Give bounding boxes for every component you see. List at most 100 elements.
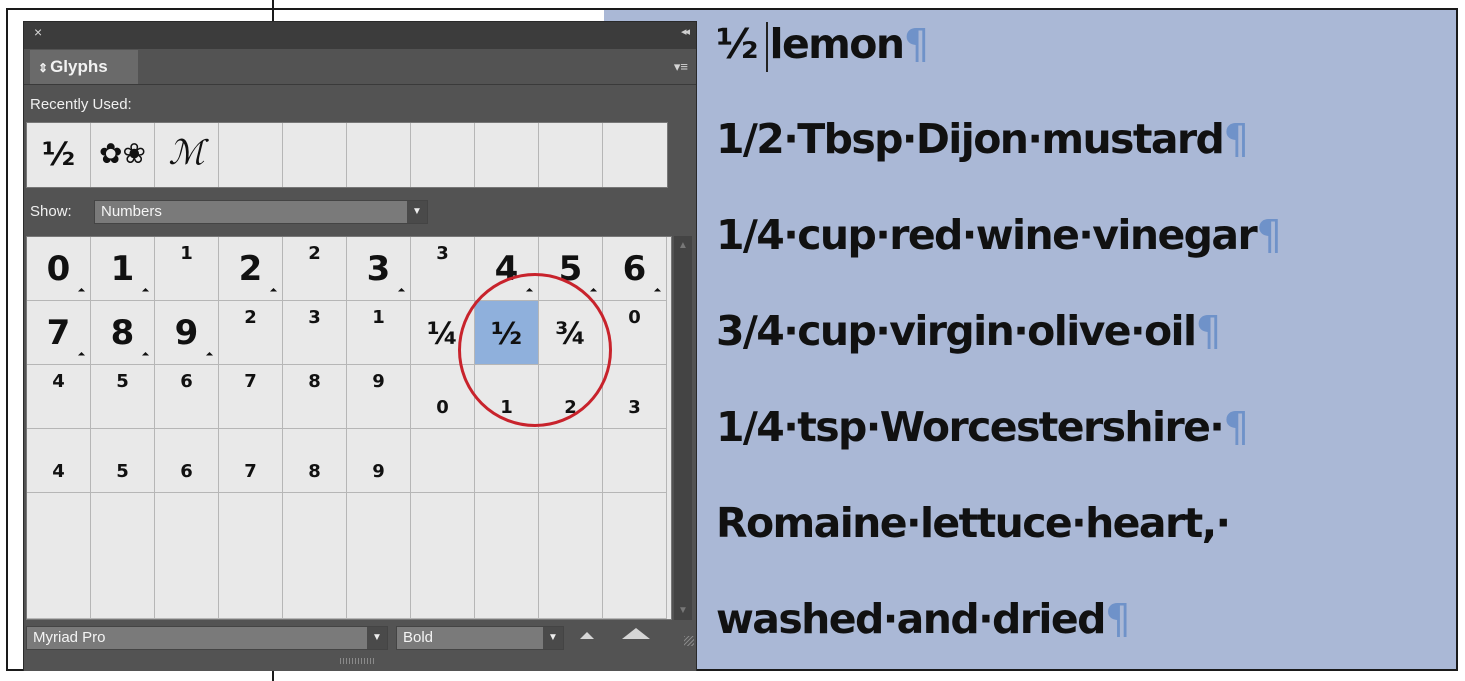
pilcrow-icon: ¶ xyxy=(1104,595,1131,643)
glyph-cell[interactable]: 1 xyxy=(155,237,219,301)
glyph-cell[interactable]: 8 xyxy=(91,301,155,365)
alternates-arrow-icon[interactable] xyxy=(141,287,150,296)
document-line[interactable]: 3/4·cup·virgin·olive·oil¶ xyxy=(716,311,1222,352)
glyph-grid-scrollbar[interactable]: ▲ ▼ xyxy=(674,236,692,620)
recent-glyph-cell[interactable] xyxy=(283,123,347,187)
show-dropdown[interactable]: Numbers ▼ xyxy=(94,200,428,224)
glyph-cell[interactable]: 5 xyxy=(91,365,155,429)
glyph-cell[interactable]: 0 xyxy=(603,301,667,365)
alternates-arrow-icon[interactable] xyxy=(589,287,598,296)
glyph-cell[interactable] xyxy=(411,493,475,619)
document-text-frame[interactable]: ½ lemon¶ 1/2·Tbsp·Dijon·mustard¶ 1/4·cup·r… xyxy=(604,10,1456,669)
font-style-dropdown[interactable]: Bold ▼ xyxy=(396,626,564,650)
glyph-cell[interactable] xyxy=(155,493,219,619)
glyph-cell[interactable]: 3 xyxy=(603,365,667,429)
glyph-cell[interactable] xyxy=(539,429,603,493)
glyph-cell[interactable]: 0 xyxy=(411,365,475,429)
document-line[interactable]: Romaine·lettuce·heart,· xyxy=(716,503,1231,544)
tab-glyphs[interactable]: ⇕ Glyphs xyxy=(30,50,138,84)
recent-glyph-cell[interactable] xyxy=(539,123,603,187)
alternates-arrow-icon[interactable] xyxy=(205,351,214,360)
font-family-dropdown[interactable]: Myriad Pro ▼ xyxy=(26,626,388,650)
alternates-arrow-icon[interactable] xyxy=(653,287,662,296)
recent-glyph-cell[interactable] xyxy=(411,123,475,187)
alternates-arrow-icon[interactable] xyxy=(397,287,406,296)
recent-glyph-cell[interactable]: ½ xyxy=(27,123,91,187)
close-icon[interactable]: × xyxy=(34,24,42,40)
glyph-cell[interactable]: 1 xyxy=(475,365,539,429)
glyph-character: 1 xyxy=(110,249,135,289)
recent-glyph-cell[interactable]: ℳ xyxy=(155,123,219,187)
panel-titlebar[interactable]: × ◂◂ xyxy=(24,22,696,49)
alternates-arrow-icon[interactable] xyxy=(77,287,86,296)
recent-glyph-cell[interactable] xyxy=(219,123,283,187)
recent-glyph-cell[interactable]: ✿❀ xyxy=(91,123,155,187)
glyph-cell[interactable]: 2 xyxy=(283,237,347,301)
glyph-cell[interactable]: 4 xyxy=(27,429,91,493)
recent-glyph-cell[interactable] xyxy=(603,123,667,187)
glyph-cell[interactable] xyxy=(475,429,539,493)
glyph-cell[interactable]: 6 xyxy=(155,429,219,493)
glyph-cell[interactable]: 1 xyxy=(347,301,411,365)
alternates-arrow-icon[interactable] xyxy=(269,287,278,296)
panel-grip-icon[interactable] xyxy=(340,658,376,664)
glyph-cell[interactable]: 2 xyxy=(219,301,283,365)
glyph-cell[interactable]: 1 xyxy=(91,237,155,301)
glyph-cell-selected[interactable]: ½ xyxy=(475,301,539,365)
document-line[interactable]: 1/2·Tbsp·Dijon·mustard¶ xyxy=(716,119,1249,160)
glyph-cell[interactable] xyxy=(91,493,155,619)
panel-menu-icon[interactable]: ▾≡ xyxy=(674,59,688,75)
glyph-cell[interactable] xyxy=(283,493,347,619)
glyph-cell[interactable]: 4 xyxy=(27,365,91,429)
glyph-cell[interactable]: ¼ xyxy=(411,301,475,365)
glyph-cell[interactable]: ¾ xyxy=(539,301,603,365)
glyph-cell[interactable] xyxy=(219,493,283,619)
glyph-cell[interactable]: 7 xyxy=(219,365,283,429)
recent-glyph-cell[interactable] xyxy=(475,123,539,187)
glyph-cell[interactable]: 3 xyxy=(283,301,347,365)
glyph-cell[interactable]: 5 xyxy=(539,237,603,301)
glyph-character: 2 xyxy=(308,243,321,264)
zoom-out-icon[interactable] xyxy=(580,632,594,639)
glyph-cell[interactable]: 2 xyxy=(539,365,603,429)
glyph-cell[interactable]: 9 xyxy=(347,365,411,429)
glyph-cell[interactable] xyxy=(603,429,667,493)
glyph-cell[interactable] xyxy=(411,429,475,493)
document-line[interactable]: ½ lemon¶ xyxy=(716,24,930,65)
glyph-cell[interactable]: 7 xyxy=(219,429,283,493)
glyph-character: 9 xyxy=(174,313,199,353)
glyph-cell[interactable] xyxy=(475,493,539,619)
alternates-arrow-icon[interactable] xyxy=(141,351,150,360)
glyph-cell[interactable] xyxy=(539,493,603,619)
glyph-cell[interactable]: 4 xyxy=(475,237,539,301)
scroll-up-icon[interactable]: ▲ xyxy=(678,240,688,251)
recent-glyph-cell[interactable] xyxy=(347,123,411,187)
resize-handle-icon[interactable] xyxy=(684,636,694,646)
glyph-character: 2 xyxy=(564,397,577,418)
scroll-down-icon[interactable]: ▼ xyxy=(678,605,688,616)
glyph-cell[interactable] xyxy=(27,493,91,619)
glyph-character: ¼ xyxy=(426,317,459,352)
glyph-cell[interactable]: 6 xyxy=(603,237,667,301)
glyph-cell[interactable]: 5 xyxy=(91,429,155,493)
glyph-cell[interactable] xyxy=(347,493,411,619)
alternates-arrow-icon[interactable] xyxy=(525,287,534,296)
glyph-cell[interactable]: 8 xyxy=(283,429,347,493)
document-line[interactable]: washed·and·dried¶ xyxy=(716,599,1131,640)
glyph-cell[interactable] xyxy=(603,493,667,619)
alternates-arrow-icon[interactable] xyxy=(77,351,86,360)
glyph-cell[interactable]: 3 xyxy=(347,237,411,301)
glyph-cell[interactable]: 2 xyxy=(219,237,283,301)
collapse-icon[interactable]: ◂◂ xyxy=(681,25,690,38)
glyph-cell[interactable]: 9 xyxy=(347,429,411,493)
glyph-character: 4 xyxy=(52,461,65,482)
glyph-cell[interactable]: 8 xyxy=(283,365,347,429)
glyph-cell[interactable]: 9 xyxy=(155,301,219,365)
zoom-in-icon[interactable] xyxy=(622,628,650,639)
glyph-cell[interactable]: 7 xyxy=(27,301,91,365)
glyph-cell[interactable]: 6 xyxy=(155,365,219,429)
document-line[interactable]: 1/4·tsp·Worcestershire·¶ xyxy=(716,407,1249,448)
document-line[interactable]: 1/4·cup·red·wine·vinegar¶ xyxy=(716,215,1282,256)
glyph-cell[interactable]: 3 xyxy=(411,237,475,301)
glyph-cell[interactable]: 0 xyxy=(27,237,91,301)
